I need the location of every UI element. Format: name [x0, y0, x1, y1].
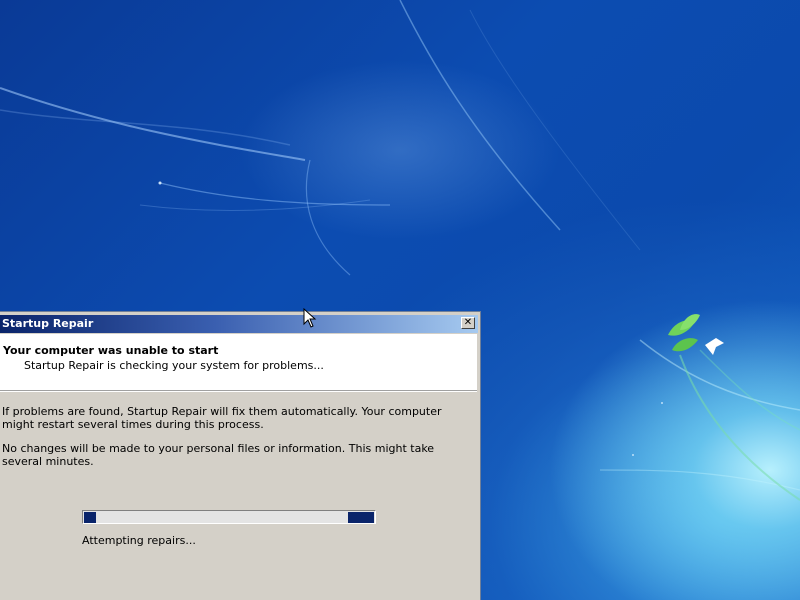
info-paragraph-2: No changes will be made to your personal…: [2, 442, 435, 468]
progress-block: [348, 512, 374, 523]
header-subtitle: Startup Repair is checking your system f…: [24, 359, 324, 372]
progress-status-text: Attempting repairs...: [82, 534, 196, 547]
info-paragraph-1: If problems are found, Startup Repair wi…: [2, 405, 442, 431]
bird-and-leaves-icon: [668, 314, 724, 355]
close-icon: ✕: [463, 317, 473, 328]
progress-bar: [82, 510, 376, 524]
header-title: Your computer was unable to start: [3, 344, 219, 357]
header-panel: Your computer was unable to start Startu…: [0, 334, 477, 391]
progress-block: [84, 512, 96, 523]
window-title: Startup Repair: [2, 317, 94, 330]
window-titlebar[interactable]: Startup Repair ✕: [0, 315, 478, 333]
startup-repair-window: Startup Repair ✕ Your computer was unabl…: [0, 311, 481, 600]
arrow-cursor-icon: [303, 308, 317, 328]
close-button[interactable]: ✕: [461, 317, 475, 329]
